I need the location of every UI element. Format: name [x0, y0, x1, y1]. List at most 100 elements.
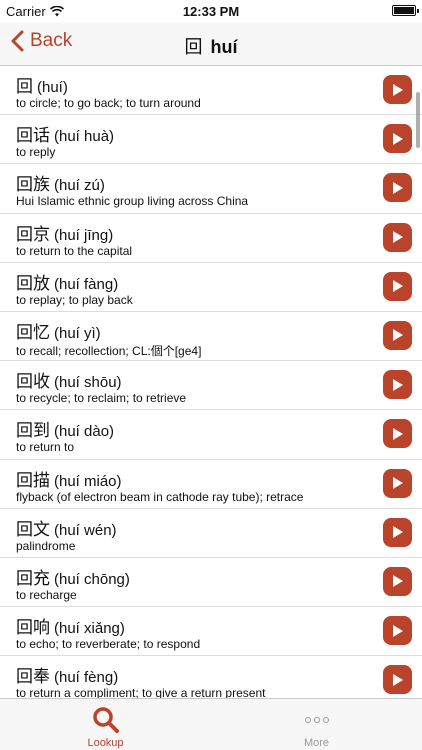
list-item[interactable]: 回奉 (huí fèng) to return a compliment; to g…: [0, 656, 422, 698]
entry-pinyin: (huí jīng): [54, 226, 114, 244]
entry-hanzi: 回族: [16, 175, 50, 196]
entry-word: 回 (huí): [16, 72, 68, 97]
list-item[interactable]: 回响 (huí xiǎng) to echo; to reverberate; to…: [0, 607, 422, 657]
entry-pinyin: (huí): [37, 79, 68, 96]
entry-pinyin: (huí miáo): [54, 472, 122, 490]
play-icon: [392, 132, 403, 145]
play-audio-button[interactable]: [383, 419, 412, 449]
list-item[interactable]: 回收 (huí shōu) to recycle; to reclaim; to r…: [0, 361, 422, 411]
play-audio-button[interactable]: [383, 320, 412, 350]
play-audio-button[interactable]: [383, 517, 412, 547]
play-icon: [392, 624, 403, 637]
list-item[interactable]: 回到 (huí dào) to return to: [0, 410, 422, 460]
entry-word: 回充 (huí chōng): [16, 564, 130, 589]
entry-word: 回族 (huí zú): [16, 170, 105, 195]
entry-word: 回奉 (huí fèng): [16, 662, 118, 687]
entry-word: 回话 (huí huà): [16, 121, 114, 146]
list-item[interactable]: 回充 (huí chōng) to recharge: [0, 558, 422, 608]
entry-list[interactable]: 回 (huí) to circle; to go back; to turn aro…: [0, 66, 422, 698]
list-item[interactable]: 回放 (huí fàng) to replay; to play back: [0, 263, 422, 312]
entry-word: 回忆 (huí yì): [16, 318, 101, 343]
entry-pinyin: (huí chōng): [54, 570, 130, 588]
entry-definition: to circle; to go back; to turn around: [16, 96, 201, 110]
play-icon: [392, 427, 403, 440]
tab-bar: Lookup More: [0, 698, 422, 750]
status-bar: Carrier 12:33 PM: [0, 0, 422, 22]
entry-hanzi: 回收: [16, 372, 50, 393]
entry-word: 回放 (huí fàng): [16, 269, 118, 294]
play-audio-button[interactable]: [383, 370, 412, 400]
play-icon: [392, 231, 403, 244]
tab-lookup[interactable]: Lookup: [0, 699, 211, 750]
play-audio-button[interactable]: [383, 566, 412, 596]
entry-definition: Hui Islamic ethnic group living across C…: [16, 194, 249, 209]
entry-pinyin: (huí huà): [54, 128, 115, 146]
entry-hanzi: 回京: [16, 224, 50, 245]
entry-definition: to recycle; to reclaim; to retrieve: [16, 391, 187, 406]
entry-pinyin: (huí zú): [54, 177, 105, 195]
list-item[interactable]: 回京 (huí jīng) to return to the capital: [0, 214, 422, 263]
play-audio-button[interactable]: [383, 124, 412, 154]
entry-word: 回文 (huí wén): [16, 515, 117, 540]
list-item[interactable]: 回忆 (huí yì) to recall; recollection; CL:個个…: [0, 312, 422, 362]
entry-word: 回京 (huí jīng): [16, 220, 113, 245]
page-title: 回 huí: [0, 33, 422, 59]
entry-pinyin: (huí yì): [54, 324, 101, 342]
play-icon: [392, 181, 403, 194]
play-icon: [392, 280, 403, 293]
tab-more-label: More: [303, 737, 330, 749]
entry-hanzi: 回充: [16, 568, 50, 589]
more-dots-icon: [304, 717, 329, 723]
entry-hanzi: 回文: [16, 519, 50, 540]
play-icon: [392, 378, 403, 391]
play-icon: [392, 673, 403, 686]
title-hanzi: 回: [184, 37, 203, 58]
list-item[interactable]: 回 (huí) to circle; to go back; to turn aro…: [0, 66, 422, 116]
play-audio-button[interactable]: [383, 75, 412, 104]
entry-hanzi: 回描: [16, 470, 50, 491]
play-audio-button[interactable]: [383, 616, 412, 646]
entry-definition: palindrome: [16, 538, 76, 553]
entry-definition: to recall; recollection; CL:個个[ge4]: [16, 343, 202, 358]
entry-hanzi: 回奉: [16, 667, 50, 688]
tab-more[interactable]: More: [211, 699, 422, 750]
play-icon: [392, 477, 403, 489]
play-audio-button[interactable]: [383, 468, 412, 498]
play-audio-button[interactable]: [383, 222, 412, 252]
entry-definition: to return to the capital: [16, 243, 133, 258]
play-audio-button[interactable]: [383, 665, 412, 695]
title-pinyin: huí: [210, 37, 238, 57]
entry-hanzi: 回话: [16, 126, 50, 147]
play-icon: [392, 83, 403, 96]
entry-word: 回收 (huí shōu): [16, 367, 122, 392]
entry-word: 回描 (huí miáo): [16, 466, 122, 491]
scrollbar[interactable]: [416, 92, 420, 148]
tab-lookup-label: Lookup: [87, 737, 124, 749]
entry-definition: to replay; to play back: [16, 292, 133, 307]
entry-pinyin: (huí dào): [54, 423, 115, 441]
entry-pinyin: (huí fàng): [54, 275, 119, 293]
play-icon: [392, 329, 403, 342]
entry-hanzi: 回到: [16, 421, 50, 442]
entry-word: 回响 (huí xiǎng): [16, 613, 125, 638]
entry-definition: to reply: [16, 145, 56, 160]
list-item[interactable]: 回文 (huí wén) palindrome: [0, 509, 422, 558]
entry-hanzi: 回忆: [16, 322, 50, 343]
entry-pinyin: (huí shōu): [54, 374, 122, 392]
play-audio-button[interactable]: [383, 173, 412, 203]
search-icon: [92, 707, 119, 733]
status-time: 12:33 PM: [182, 4, 240, 19]
battery-icon: [392, 5, 419, 16]
entry-hanzi: 回响: [16, 618, 50, 639]
entry-pinyin: (huí wén): [54, 521, 117, 539]
list-item[interactable]: 回描 (huí miáo) flyback (of electron beam in…: [0, 460, 422, 509]
list-item[interactable]: 回话 (huí huà) to reply: [0, 115, 422, 165]
play-icon: [392, 526, 403, 539]
entry-definition: flyback (of electron beam in cathode ray…: [16, 489, 304, 504]
play-audio-button[interactable]: [383, 271, 412, 301]
entry-definition: to echo; to reverberate; to respond: [16, 637, 201, 652]
navigation-bar: Back 回 huí: [0, 22, 422, 66]
entry-hanzi: 回放: [16, 273, 50, 294]
list-item[interactable]: 回族 (huí zú) Hui Islamic ethnic group livin…: [0, 164, 422, 214]
entry-hanzi: 回: [16, 77, 33, 97]
